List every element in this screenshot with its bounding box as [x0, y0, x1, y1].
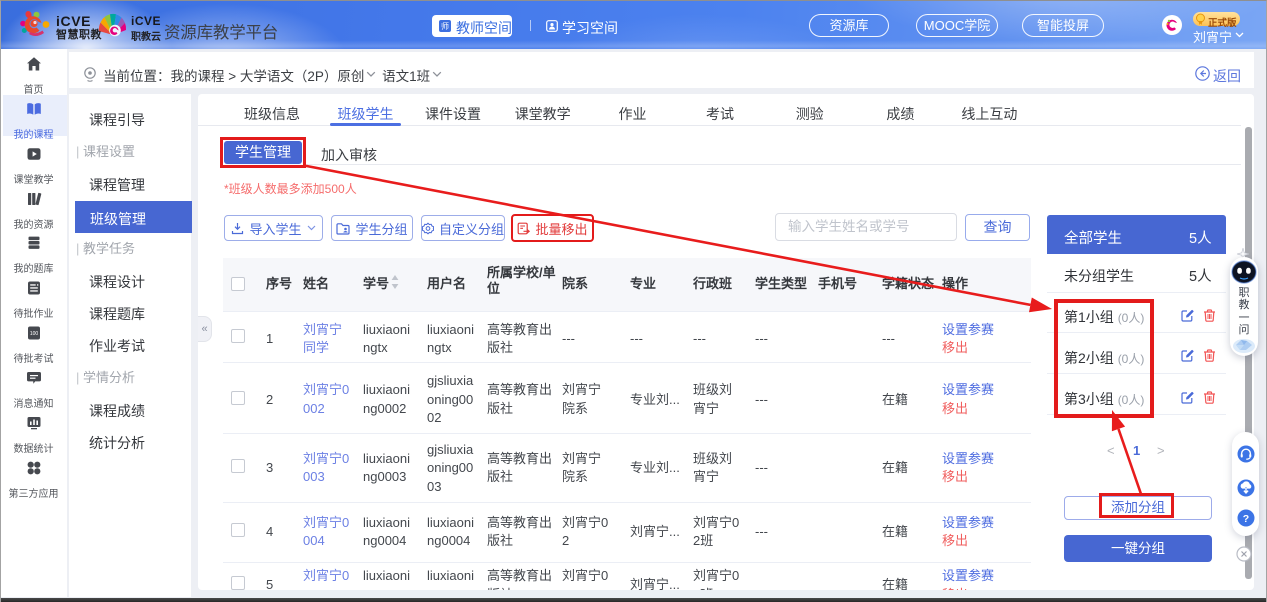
svg-text:?: ?: [1242, 513, 1248, 525]
